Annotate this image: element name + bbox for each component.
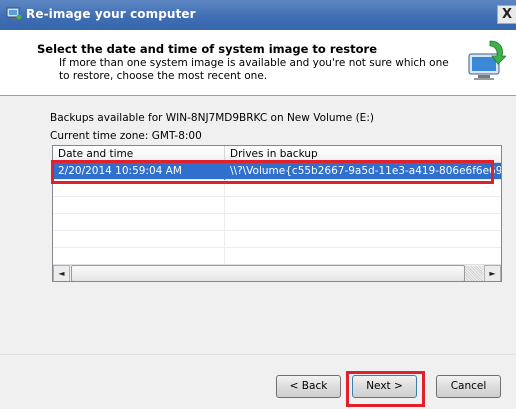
backup-date-cell: 2/20/2014 10:59:04 AM [53,163,225,180]
scroll-left-icon[interactable]: ◄ [53,265,70,281]
backups-available-label: Backups available for WIN-8NJ7MD9BRKC on… [50,112,374,124]
scrollbar-thumb[interactable] [71,265,465,281]
backup-list[interactable]: Date and time Drives in backup 2/20/2014… [52,145,502,282]
column-header-date[interactable]: Date and time [53,146,225,163]
next-button[interactable]: Next > [352,375,417,398]
computer-restore-icon [468,40,506,80]
scroll-right-icon[interactable]: ► [484,265,501,281]
page-heading: Select the date and time of system image… [37,42,378,56]
table-row-empty [53,197,501,214]
title-bar: Re-image your computer X [0,0,516,30]
header-banner: Select the date and time of system image… [0,30,516,96]
window-title: Re-image your computer [26,7,196,21]
reimage-dialog: Re-image your computer X Select the date… [0,0,516,409]
dialog-footer: < Back Next > Cancel [0,354,516,409]
scrollbar-track[interactable] [465,266,483,281]
column-header-drives[interactable]: Drives in backup [225,146,501,163]
system-restore-icon [6,7,22,20]
page-description: If more than one system image is availab… [59,57,449,82]
backup-drives-cell: \\?\Volume{c55b2667-9a5d-11e3-a419-806e6… [230,165,502,177]
table-row-empty [53,231,501,248]
table-row[interactable]: 2/20/2014 10:59:04 AM \\?\Volume{c55b266… [53,163,502,180]
table-row-empty [53,248,501,265]
timezone-label: Current time zone: GMT-8:00 [50,130,202,142]
back-button[interactable]: < Back [276,375,341,398]
table-row-empty [53,180,501,197]
cancel-button[interactable]: Cancel [436,375,501,398]
table-row-empty [53,214,501,231]
horizontal-scrollbar[interactable]: ◄ ► [53,264,501,281]
close-button[interactable]: X [497,5,516,24]
